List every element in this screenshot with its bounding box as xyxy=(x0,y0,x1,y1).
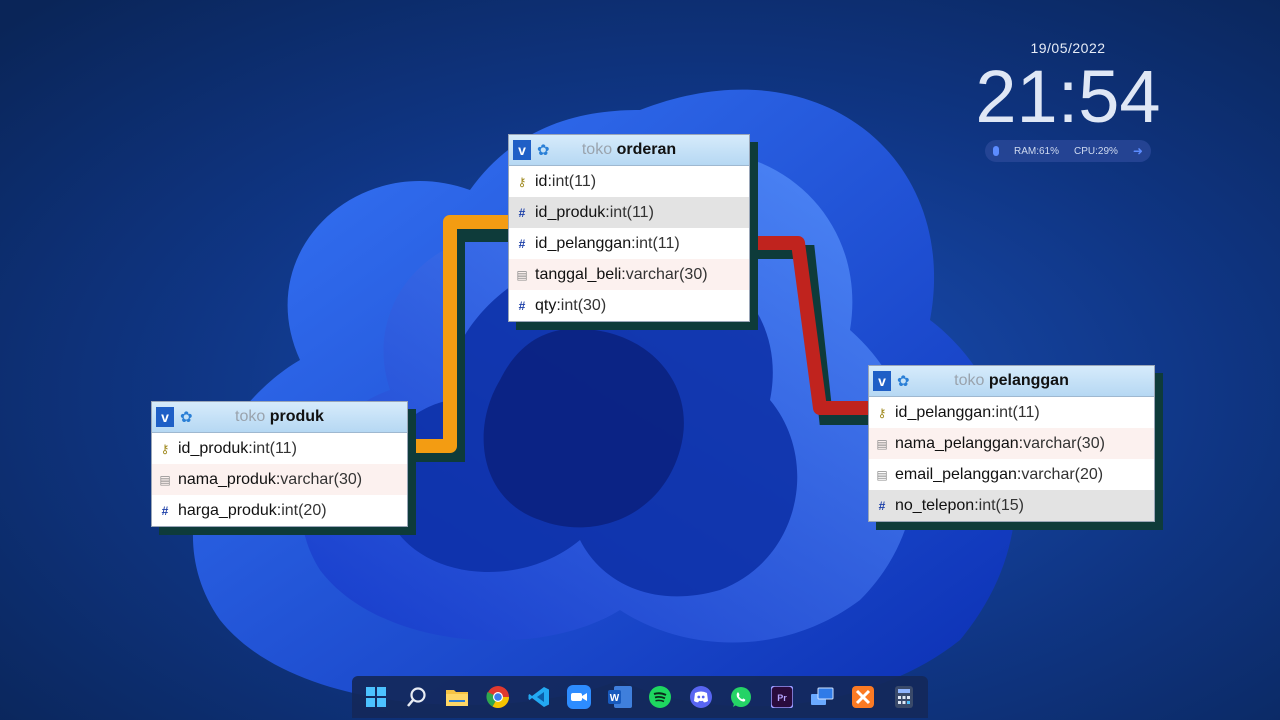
taskbar: W Pr xyxy=(352,676,928,718)
table-pelanggan[interactable]: v ✿ toko pelanggan ⚷ id_pelanggan : int(1… xyxy=(868,365,1155,522)
file-explorer-icon[interactable] xyxy=(444,684,470,710)
table-title: toko produk xyxy=(235,408,324,425)
hash-icon: # xyxy=(518,236,526,251)
table-header[interactable]: v ✿ toko produk xyxy=(152,402,407,433)
svg-text:W: W xyxy=(609,693,619,704)
word-icon[interactable]: W xyxy=(607,684,633,710)
hash-icon: # xyxy=(161,503,169,518)
table-produk[interactable]: v ✿ toko produk ⚷ id_produk : int(11) ▤ na… xyxy=(151,401,408,527)
column-row[interactable]: # id_pelanggan : int(11) xyxy=(509,228,749,259)
text-icon: ▤ xyxy=(876,436,888,451)
spotify-icon[interactable] xyxy=(647,684,673,710)
column-row[interactable]: ▤ email_pelanggan : varchar(20) xyxy=(869,459,1154,490)
column-row[interactable]: # no_telepon : int(15) xyxy=(869,490,1154,521)
column-row[interactable]: # qty : int(30) xyxy=(509,290,749,321)
column-row[interactable]: ⚷ id_pelanggan : int(11) xyxy=(869,397,1154,428)
column-row[interactable]: ⚷ id_produk : int(11) xyxy=(152,433,407,464)
column-row[interactable]: ▤ nama_pelanggan : varchar(30) xyxy=(869,428,1154,459)
discord-icon[interactable] xyxy=(688,684,714,710)
table-header[interactable]: v ✿ toko orderan xyxy=(509,135,749,166)
zoom-icon[interactable] xyxy=(566,684,592,710)
column-row[interactable]: ▤ tanggal_beli : varchar(30) xyxy=(509,259,749,290)
relationship-lines xyxy=(408,215,872,462)
windows-start-icon[interactable] xyxy=(363,684,389,710)
chrome-icon[interactable] xyxy=(485,684,511,710)
calculator-icon[interactable] xyxy=(891,684,917,710)
column-row[interactable]: ⚷ id : int(11) xyxy=(509,166,749,197)
premiere-icon[interactable]: Pr xyxy=(769,684,795,710)
search-icon[interactable] xyxy=(404,684,430,710)
hash-icon: # xyxy=(518,205,526,220)
xampp-icon[interactable] xyxy=(850,684,876,710)
key-icon: ⚷ xyxy=(877,405,887,420)
whatsapp-icon[interactable] xyxy=(728,684,754,710)
key-icon: ⚷ xyxy=(160,441,170,456)
column-row[interactable]: ▤ nama_produk : varchar(30) xyxy=(152,464,407,495)
remote-desktop-icon[interactable] xyxy=(809,684,835,710)
table-orderan[interactable]: v ✿ toko orderan ⚷ id : int(11) # id_produ… xyxy=(508,134,750,322)
hash-icon: # xyxy=(878,498,886,513)
link-produk-shadow xyxy=(414,228,516,462)
column-row[interactable]: # harga_produk : int(20) xyxy=(152,495,407,526)
svg-text:Pr: Pr xyxy=(777,693,787,703)
table-title: toko pelanggan xyxy=(954,372,1069,389)
hash-icon: # xyxy=(518,298,526,313)
text-icon: ▤ xyxy=(876,467,888,482)
table-header[interactable]: v ✿ toko pelanggan xyxy=(869,366,1154,397)
column-row[interactable]: # id_produk : int(11) xyxy=(509,197,749,228)
text-icon: ▤ xyxy=(159,472,171,487)
vscode-icon[interactable] xyxy=(526,684,552,710)
table-title: toko orderan xyxy=(581,141,677,158)
text-icon: ▤ xyxy=(516,267,528,282)
key-icon: ⚷ xyxy=(517,174,527,189)
